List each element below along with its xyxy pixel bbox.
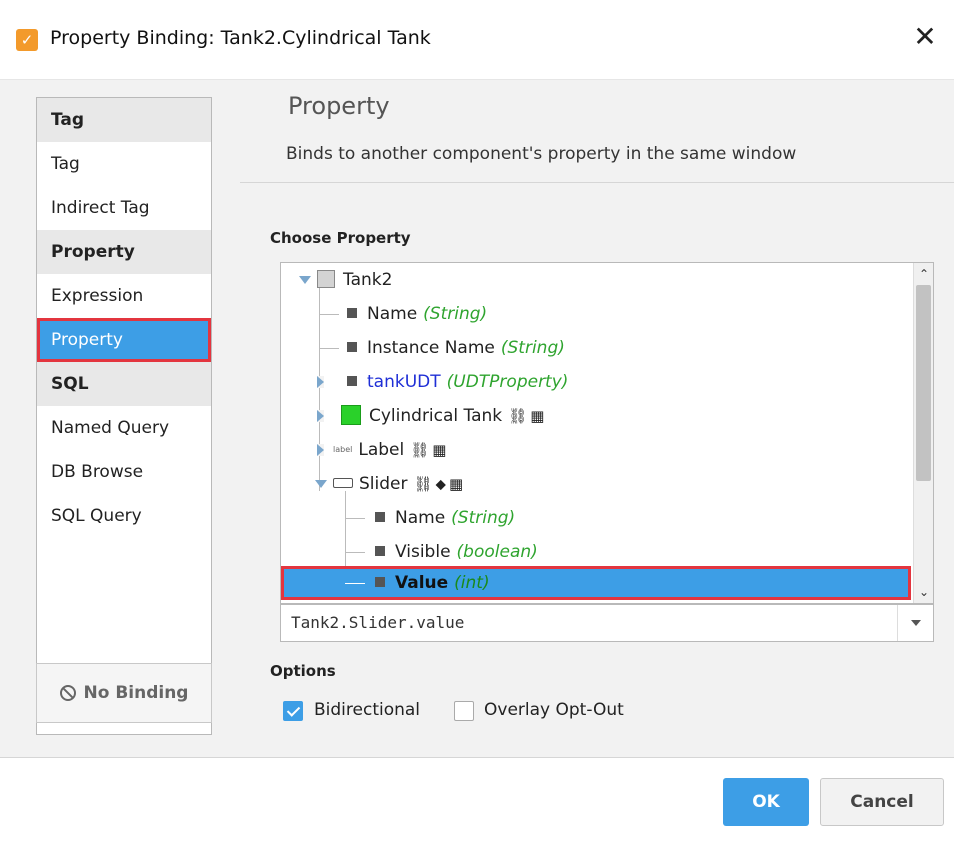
sidebar-item-named-query[interactable]: Named Query bbox=[37, 406, 211, 450]
container-icon bbox=[317, 270, 335, 288]
tree-node-cylindrical-tank[interactable]: Cylindrical Tank ⛓▦ bbox=[281, 399, 911, 433]
property-path-field[interactable]: Tank2.Slider.value bbox=[280, 604, 934, 642]
sidebar-item-property[interactable]: Property bbox=[37, 318, 211, 362]
tree-node-slider-name[interactable]: Name (String) bbox=[281, 501, 911, 535]
property-icon bbox=[375, 512, 385, 522]
tree-node-label[interactable]: label Label ⛓▦ bbox=[281, 433, 911, 467]
property-icon bbox=[375, 577, 385, 587]
expand-right-icon[interactable] bbox=[317, 444, 324, 456]
window-title: Property Binding: Tank2.Cylindrical Tank bbox=[50, 27, 431, 49]
group-header-property: Property bbox=[37, 230, 211, 274]
dialog-footer: OK Cancel bbox=[0, 757, 954, 844]
binding-link-icon: ⛓⬥▦ bbox=[413, 475, 467, 493]
expand-down-icon[interactable] bbox=[299, 276, 311, 284]
cancel-button[interactable]: Cancel bbox=[820, 778, 944, 826]
panel-description: Binds to another component's property in… bbox=[286, 144, 797, 164]
tree-scrollbar[interactable]: ⌃ ⌄ bbox=[913, 263, 933, 603]
panel-header: Property Binds to another component's pr… bbox=[240, 80, 954, 183]
property-icon bbox=[347, 376, 357, 386]
tree-node-slider-value[interactable]: Value (int) bbox=[281, 566, 911, 600]
bidirectional-label: Bidirectional bbox=[314, 700, 421, 720]
tree-connector bbox=[319, 314, 339, 315]
overlay-opt-out-label: Overlay Opt-Out bbox=[484, 700, 624, 720]
ok-button[interactable]: OK bbox=[723, 778, 809, 826]
sidebar-item-expression[interactable]: Expression bbox=[37, 274, 211, 318]
options-label: Options bbox=[270, 662, 336, 680]
sidebar-item-indirect-tag[interactable]: Indirect Tag bbox=[37, 186, 211, 230]
label-component-icon: label bbox=[333, 445, 353, 454]
scroll-up-icon[interactable]: ⌃ bbox=[919, 267, 929, 281]
scroll-thumb[interactable] bbox=[916, 285, 931, 481]
expand-right-icon[interactable] bbox=[317, 410, 324, 422]
panel-title: Property bbox=[288, 92, 390, 120]
binding-link-icon: ⛓▦ bbox=[410, 441, 450, 459]
bidirectional-checkbox[interactable] bbox=[283, 701, 303, 721]
tree-connector bbox=[345, 552, 365, 553]
no-binding-button[interactable]: No Binding bbox=[36, 663, 212, 723]
tree-connector bbox=[345, 518, 365, 519]
binding-type-list: Tag Tag Indirect Tag Property Expression… bbox=[36, 97, 212, 735]
tree-node-slider-visible[interactable]: Visible (boolean) bbox=[281, 535, 911, 569]
group-header-tag: Tag bbox=[37, 98, 211, 142]
title-bar: ✓ Property Binding: Tank2.Cylindrical Ta… bbox=[0, 0, 954, 80]
tank-component-icon bbox=[341, 405, 361, 425]
expand-right-icon[interactable] bbox=[317, 376, 324, 388]
property-icon bbox=[347, 342, 357, 352]
group-header-sql: SQL bbox=[37, 362, 211, 406]
expand-down-icon[interactable] bbox=[315, 480, 327, 488]
dropdown-arrow-icon[interactable] bbox=[897, 605, 933, 641]
sidebar-item-tag[interactable]: Tag bbox=[37, 142, 211, 186]
slider-component-icon bbox=[333, 478, 353, 488]
binding-link-icon: ⛓▦ bbox=[508, 407, 548, 425]
scroll-down-icon[interactable]: ⌄ bbox=[919, 585, 929, 599]
property-path-value: Tank2.Slider.value bbox=[291, 613, 465, 632]
property-tree: Tank2 Name (String) Instance Name (String)… bbox=[280, 262, 934, 604]
tree-node-slider[interactable]: Slider ⛓⬥▦ bbox=[281, 467, 911, 501]
tree-connector bbox=[345, 583, 365, 584]
no-binding-label: No Binding bbox=[83, 683, 189, 703]
sidebar-item-db-browse[interactable]: DB Browse bbox=[37, 450, 211, 494]
close-icon[interactable]: ✕ bbox=[910, 20, 940, 54]
tree-node-name[interactable]: Name (String) bbox=[281, 297, 911, 331]
choose-property-label: Choose Property bbox=[270, 229, 411, 247]
tree-connector bbox=[319, 348, 339, 349]
tree-node-tankudt[interactable]: tankUDT (UDTProperty) bbox=[281, 365, 911, 399]
property-icon bbox=[347, 308, 357, 318]
tree-node-tank2[interactable]: Tank2 bbox=[281, 263, 911, 297]
overlay-opt-out-checkbox[interactable] bbox=[454, 701, 474, 721]
property-icon bbox=[375, 546, 385, 556]
ban-icon bbox=[59, 685, 76, 701]
sidebar-item-sql-query[interactable]: SQL Query bbox=[37, 494, 211, 538]
binding-app-icon: ✓ bbox=[16, 29, 38, 51]
tree-node-instance-name[interactable]: Instance Name (String) bbox=[281, 331, 911, 365]
